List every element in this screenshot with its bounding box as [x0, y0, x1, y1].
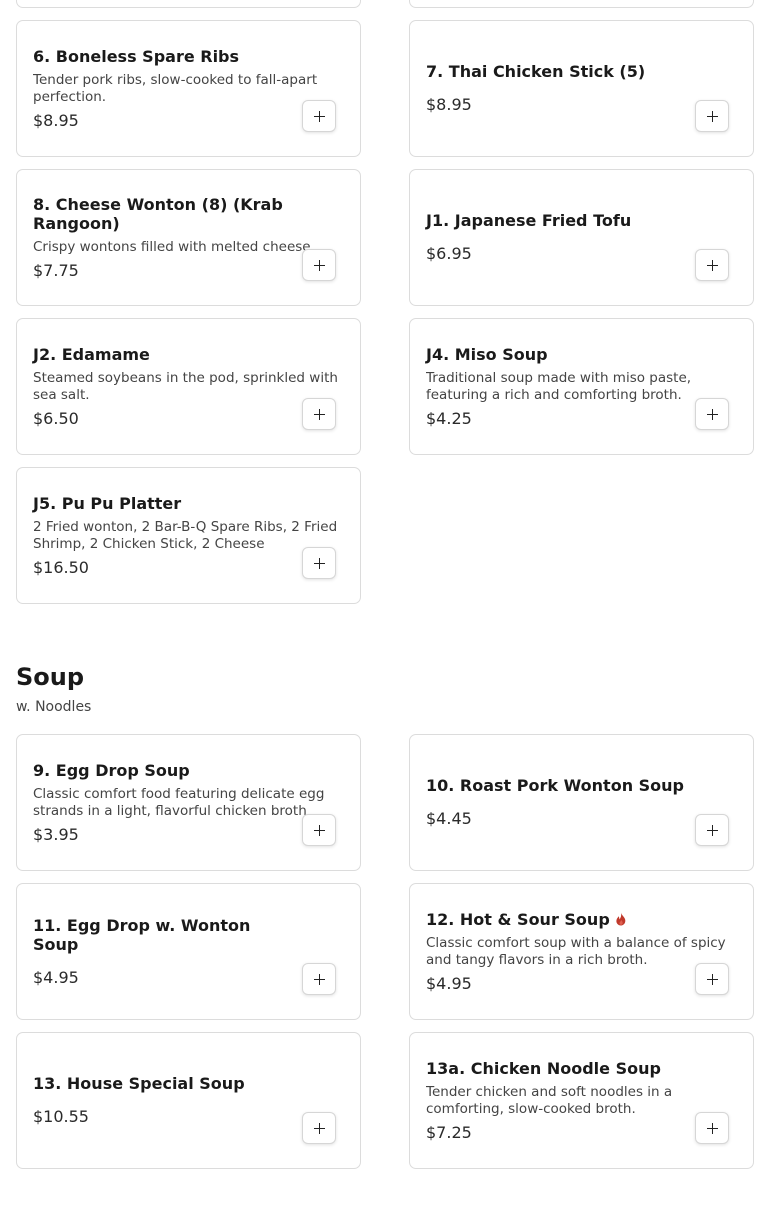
plus-icon	[706, 973, 718, 985]
item-name: 13a. Chicken Noodle Soup	[426, 1058, 661, 1078]
menu-item-card-partial[interactable]	[16, 0, 361, 8]
item-price: $4.25	[426, 408, 472, 428]
plus-icon	[313, 1122, 325, 1134]
item-price: $8.95	[426, 95, 472, 114]
plus-icon	[313, 824, 325, 836]
spicy-flame-icon	[616, 912, 626, 925]
menu-item-card[interactable]: 8. Cheese Wonton (8) (Krab Rangoon) Cris…	[16, 169, 361, 306]
add-to-cart-button[interactable]	[695, 100, 729, 132]
add-to-cart-button[interactable]	[302, 100, 336, 132]
item-price: $4.45	[426, 809, 472, 828]
add-to-cart-button[interactable]	[695, 814, 729, 846]
item-description: 2 Fried wonton, 2 Bar-B-Q Spare Ribs, 2 …	[33, 518, 338, 552]
add-to-cart-button[interactable]	[302, 398, 336, 430]
item-price: $6.95	[426, 244, 472, 263]
add-to-cart-button[interactable]	[302, 814, 336, 846]
item-name-row: 12. Hot & Sour Soup	[426, 910, 693, 929]
menu-item-card[interactable]: 10. Roast Pork Wonton Soup $4.45	[409, 734, 754, 871]
add-to-cart-button[interactable]	[302, 249, 336, 281]
plus-icon	[313, 110, 325, 122]
item-description: Tender chicken and soft noodles in a com…	[426, 1083, 673, 1117]
item-name: 8. Cheese Wonton (8) (Krab Rangoon)	[33, 194, 283, 233]
section-title: Soup	[16, 663, 85, 691]
plus-icon	[313, 973, 325, 985]
plus-icon	[706, 824, 718, 836]
menu-item-card[interactable]: 9. Egg Drop Soup Classic comfort food fe…	[16, 734, 361, 871]
item-name: 7. Thai Chicken Stick (5)	[426, 62, 646, 81]
item-name: 9. Egg Drop Soup	[33, 760, 190, 780]
menu-item-card[interactable]: 12. Hot & Sour Soup Classic comfort soup…	[409, 883, 754, 1020]
item-price: $7.75	[33, 260, 79, 280]
item-price: $7.25	[426, 1122, 472, 1142]
item-price: $4.95	[33, 967, 79, 987]
item-name: 11. Egg Drop w. Wonton Soup	[33, 915, 251, 954]
plus-icon	[313, 259, 325, 271]
menu-item-card[interactable]: 13a. Chicken Noodle Soup Tender chicken …	[409, 1032, 754, 1169]
item-name: 10. Roast Pork Wonton Soup	[426, 776, 685, 795]
add-to-cart-button[interactable]	[302, 1112, 336, 1144]
add-to-cart-button[interactable]	[695, 963, 729, 995]
item-price: $6.50	[33, 408, 79, 428]
add-to-cart-button[interactable]	[695, 398, 729, 430]
add-to-cart-button[interactable]	[695, 249, 729, 281]
menu-item-card[interactable]: J5. Pu Pu Platter 2 Fried wonton, 2 Bar-…	[16, 467, 361, 604]
plus-icon	[313, 408, 325, 420]
plus-icon	[706, 1122, 718, 1134]
item-name: J5. Pu Pu Platter	[33, 493, 182, 513]
item-price: $16.50	[33, 557, 89, 577]
item-name: J2. Edamame	[33, 344, 150, 364]
plus-icon	[706, 110, 718, 122]
menu-item-card-partial[interactable]	[409, 0, 754, 8]
item-description: Steamed soybeans in the pod, sprinkled w…	[33, 369, 338, 403]
menu-item-card[interactable]: J2. Edamame Steamed soybeans in the pod,…	[16, 318, 361, 455]
item-description: Traditional soup made with miso paste, f…	[426, 369, 692, 403]
item-description: Classic comfort food featuring delicate …	[33, 785, 325, 819]
item-price: $10.55	[33, 1107, 89, 1126]
item-description: Tender pork ribs, slow-cooked to fall-ap…	[33, 71, 318, 105]
menu-item-card[interactable]: 6. Boneless Spare Ribs Tender pork ribs,…	[16, 20, 361, 157]
menu-item-card[interactable]: 11. Egg Drop w. Wonton Soup $4.95	[16, 883, 361, 1020]
plus-icon	[706, 259, 718, 271]
item-name: 6. Boneless Spare Ribs	[33, 46, 240, 66]
item-price: $3.95	[33, 824, 79, 844]
item-name: 13. House Special Soup	[33, 1074, 245, 1093]
plus-icon	[706, 408, 718, 420]
menu-item-card[interactable]: 7. Thai Chicken Stick (5) $8.95	[409, 20, 754, 157]
add-to-cart-button[interactable]	[302, 547, 336, 579]
item-description: Crispy wontons filled with melted cheese	[33, 238, 311, 255]
section-subtitle: w. Noodles	[16, 699, 92, 715]
plus-icon	[313, 557, 325, 569]
add-to-cart-button[interactable]	[695, 1112, 729, 1144]
item-price: $8.95	[33, 110, 79, 130]
item-name: J1. Japanese Fried Tofu	[426, 211, 632, 230]
menu-item-card[interactable]: 13. House Special Soup $10.55	[16, 1032, 361, 1169]
item-name: J4. Miso Soup	[426, 344, 548, 364]
menu-item-card[interactable]: J1. Japanese Fried Tofu $6.95	[409, 169, 754, 306]
item-price: $4.95	[426, 973, 472, 993]
menu-item-card[interactable]: J4. Miso Soup Traditional soup made with…	[409, 318, 754, 455]
add-to-cart-button[interactable]	[302, 963, 336, 995]
item-description: Classic comfort soup with a balance of s…	[426, 934, 726, 968]
item-name: 12. Hot & Sour Soup	[426, 909, 610, 929]
